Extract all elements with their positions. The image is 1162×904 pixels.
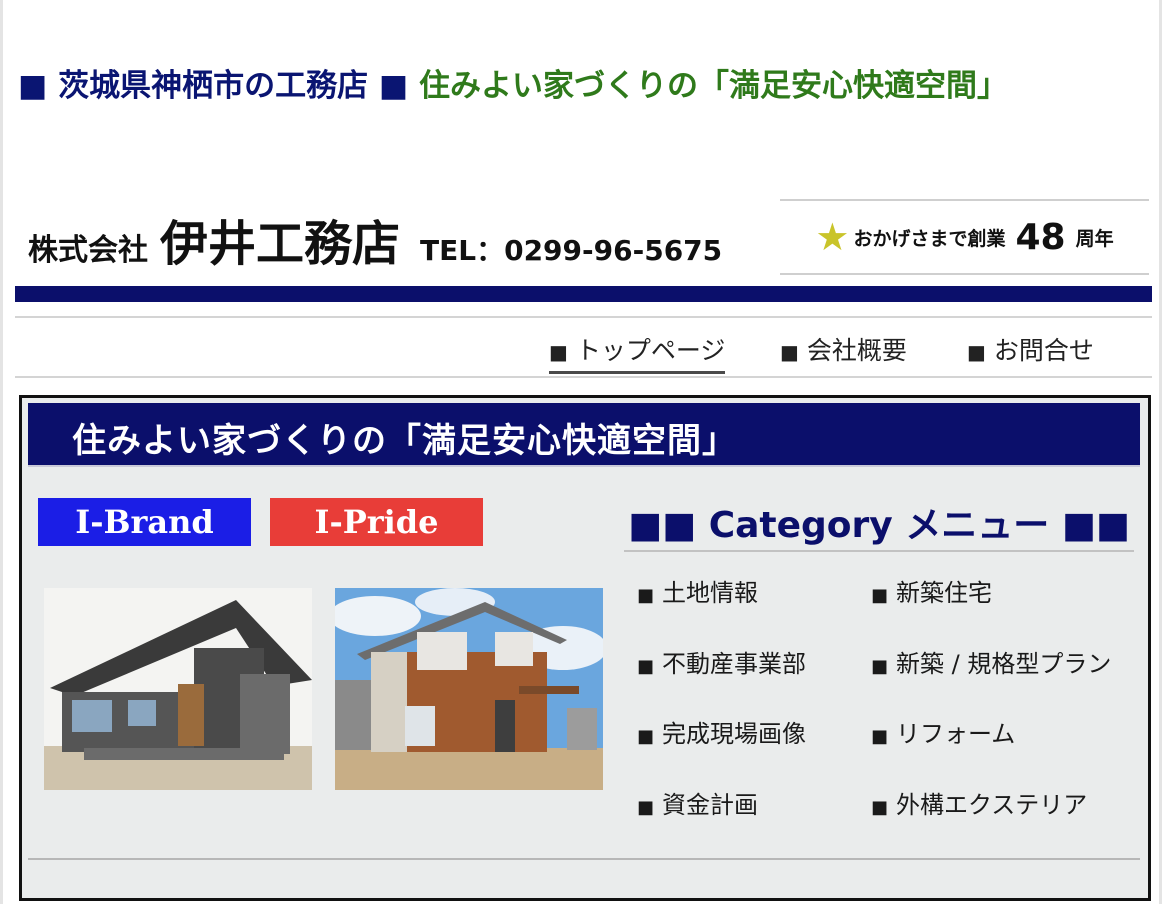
nav-item-company[interactable]: ■ 会社概要 <box>780 331 907 367</box>
square-bullet-icon: ■ <box>549 340 568 364</box>
category-menu-header: ■■ Category メニュー ■■ <box>624 494 1134 552</box>
house-photo-ipride[interactable] <box>335 588 603 790</box>
category-item-completed-photos-label: 完成現場画像 <box>662 720 807 748</box>
main-panel: 住みよい家づくりの「満足安心快適空間」 I-Brand I-Pride ■■ C… <box>19 395 1151 901</box>
nav-item-contact-label: お問合せ <box>993 336 1094 365</box>
square-bullet-icon: ■ <box>637 656 655 677</box>
category-item-real-estate[interactable]: ■ 不動産事業部 <box>637 644 806 679</box>
category-item-funding[interactable]: ■ 資金計画 <box>637 785 758 820</box>
company-prefix: 株式会社 <box>28 233 148 268</box>
i-pride-button[interactable]: I-Pride <box>270 498 483 546</box>
category-item-funding-label: 資金計画 <box>662 791 759 819</box>
anniversary-badge: ★ おかげさまで創業 48 周年 <box>780 199 1149 275</box>
company-tel[interactable]: TEL：0299-96-5675 <box>420 229 722 269</box>
square-bullet-icon: ■ <box>780 340 799 364</box>
category-item-standard-plan-label: 新築 / 規格型プラン <box>896 650 1112 678</box>
category-item-new-house-label: 新築住宅 <box>896 579 993 607</box>
category-item-reform[interactable]: ■ リフォーム <box>871 714 1015 749</box>
panel-banner-text: 住みよい家づくりの「満足安心快適空間」 <box>72 421 737 461</box>
category-item-new-house[interactable]: ■ 新築住宅 <box>871 573 992 608</box>
square-bullet-icon: ■ <box>967 340 986 364</box>
nav-item-contact[interactable]: ■ お問合せ <box>967 331 1094 367</box>
anniversary-unit: 周年 <box>1075 227 1114 250</box>
nav-item-top[interactable]: ■ トップページ <box>549 331 726 374</box>
square-bullet-icon: ■ <box>871 656 889 677</box>
hero-title-prefix: ■ 茨城県神栖市の工務店 ■ <box>18 68 409 104</box>
i-brand-button[interactable]: I-Brand <box>38 498 251 546</box>
category-item-real-estate-label: 不動産事業部 <box>662 650 807 678</box>
category-item-exterior-label: 外構エクステリア <box>896 791 1088 819</box>
square-bullet-icon: ■ <box>871 726 889 747</box>
house-photo-ipride-image <box>335 588 603 790</box>
house-photo-ibrand-image <box>44 588 312 790</box>
main-nav: ■ トップページ ■ 会社概要 ■ お問合せ <box>15 316 1152 378</box>
star-icon: ★ <box>815 215 850 259</box>
category-item-reform-label: リフォーム <box>896 720 1016 748</box>
panel-banner: 住みよい家づくりの「満足安心快適空間」 <box>28 403 1140 467</box>
square-bullet-icon: ■ <box>871 797 889 818</box>
header-divider-bar <box>15 286 1152 302</box>
hero-title-main: 住みよい家づくりの「満足安心快適空間」 <box>418 68 1008 104</box>
company-name: 伊井工務店 <box>160 216 401 272</box>
panel-divider <box>28 858 1140 860</box>
category-item-completed-photos[interactable]: ■ 完成現場画像 <box>637 714 806 749</box>
square-bullet-icon: ■ <box>637 797 655 818</box>
square-bullet-icon: ■ <box>637 585 655 606</box>
category-item-exterior[interactable]: ■ 外構エクステリア <box>871 785 1087 820</box>
category-item-land[interactable]: ■ 土地情報 <box>637 573 758 608</box>
anniversary-text: おかげさまで創業 <box>853 227 1006 250</box>
square-bullet-icon: ■ <box>637 726 655 747</box>
house-photo-ibrand[interactable] <box>44 588 312 790</box>
nav-item-company-label: 会社概要 <box>806 336 907 365</box>
category-item-standard-plan[interactable]: ■ 新築 / 規格型プラン <box>871 644 1111 679</box>
page-edge-left <box>0 0 3 904</box>
nav-item-top-label: トップページ <box>575 336 726 365</box>
square-bullet-icon: ■ <box>871 585 889 606</box>
anniversary-years: 48 <box>1015 216 1066 258</box>
hero-title: ■ 茨城県神栖市の工務店 ■ 住みよい家づくりの「満足安心快適空間」 <box>18 58 1118 114</box>
category-item-land-label: 土地情報 <box>662 579 759 607</box>
company-header: 株式会社 伊井工務店 TEL：0299-96-5675 <box>28 204 722 274</box>
